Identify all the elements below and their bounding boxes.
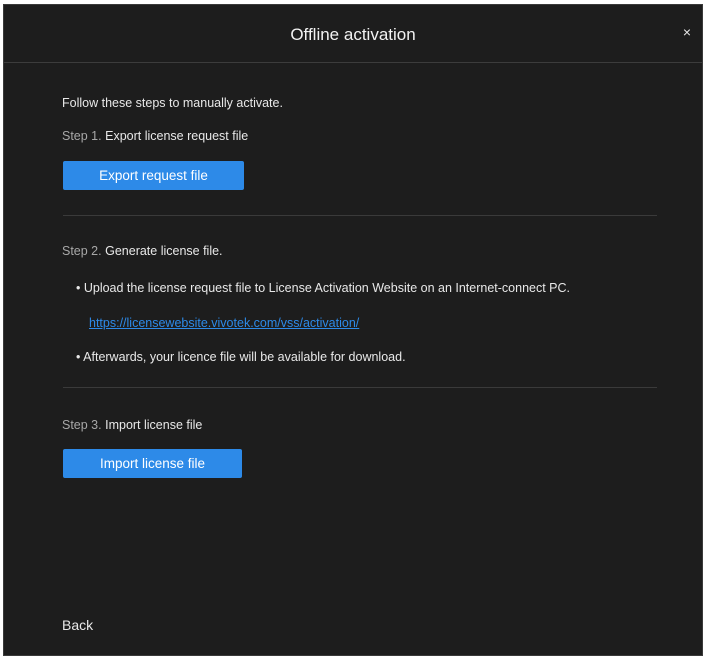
step2-prefix: Step 2. bbox=[62, 244, 102, 258]
step3-heading: Step 3. Import license file bbox=[62, 418, 202, 432]
step3-prefix: Step 3. bbox=[62, 418, 102, 432]
dialog-title: Offline activation bbox=[290, 25, 416, 44]
export-request-file-button[interactable]: Export request file bbox=[63, 161, 244, 190]
activation-website-link[interactable]: https://licensewebsite.vivotek.com/vss/a… bbox=[89, 316, 359, 330]
dialog-titlebar: Offline activation × bbox=[4, 5, 702, 63]
step2-label: Generate license file. bbox=[105, 244, 223, 258]
divider-1 bbox=[63, 215, 657, 216]
step2-bullet-upload: • Upload the license request file to Lic… bbox=[76, 281, 571, 295]
step2-bullet-download: • Afterwards, your licence file will be … bbox=[76, 350, 406, 364]
step2-heading: Step 2. Generate license file. bbox=[62, 244, 223, 258]
back-button[interactable]: Back bbox=[62, 617, 93, 633]
divider-2 bbox=[63, 387, 657, 388]
import-license-file-button[interactable]: Import license file bbox=[63, 449, 242, 478]
close-icon[interactable]: × bbox=[680, 25, 694, 39]
step1-heading: Step 1. Export license request file bbox=[62, 129, 248, 143]
step3-label: Import license file bbox=[105, 418, 203, 432]
step1-label: Export license request file bbox=[105, 129, 249, 143]
offline-activation-dialog: Offline activation × Follow these steps … bbox=[3, 4, 703, 656]
step1-prefix: Step 1. bbox=[62, 129, 102, 143]
intro-text: Follow these steps to manually activate. bbox=[62, 96, 283, 110]
